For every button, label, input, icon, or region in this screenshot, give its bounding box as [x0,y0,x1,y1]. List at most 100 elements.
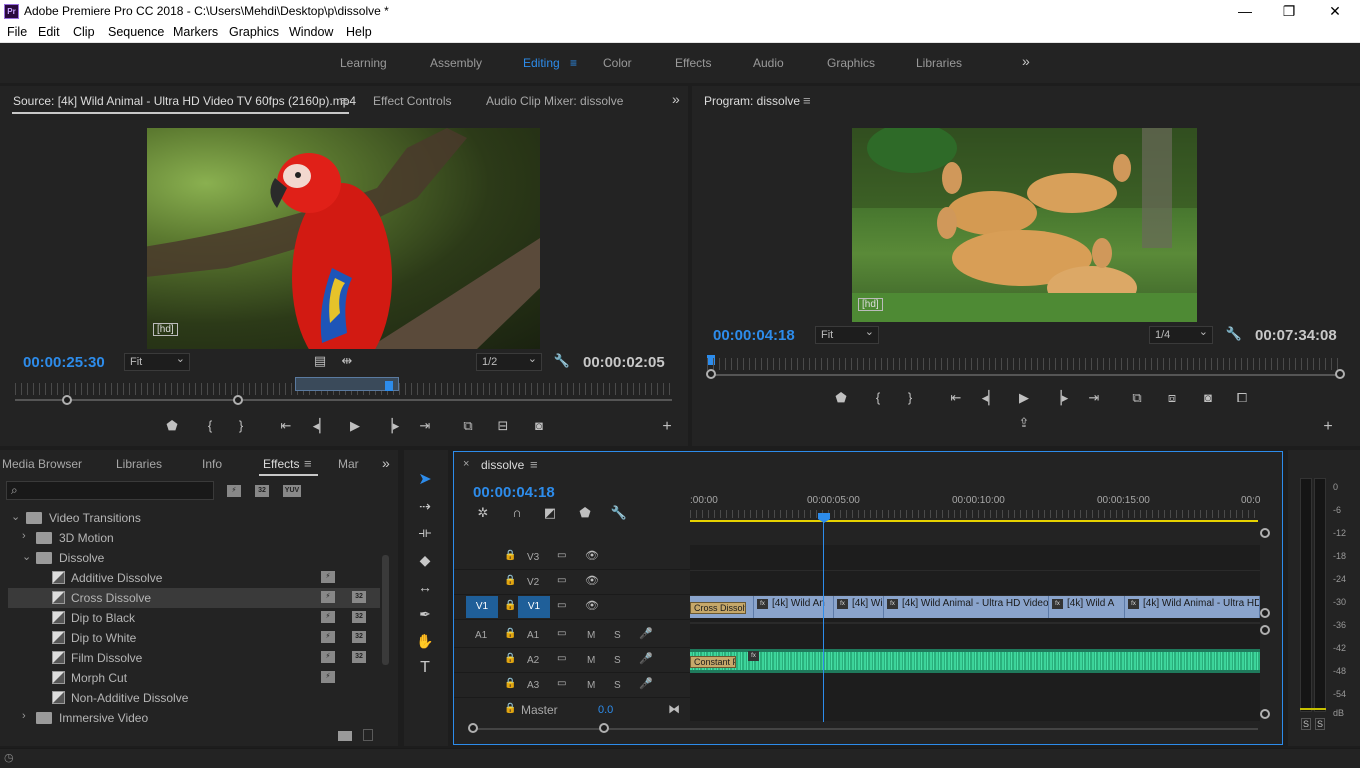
cross-dissolve-transition[interactable]: Cross Dissolv [690,602,746,614]
chevron-down-icon[interactable]: ⌄ [22,550,31,563]
mute-button[interactable]: M [587,680,595,691]
source-playhead[interactable] [385,381,393,391]
mark-out-icon[interactable]: } [231,417,251,435]
track-name[interactable]: V2 [527,577,539,588]
timeline-timecode[interactable]: 00:00:04:18 [473,484,555,501]
video-clip[interactable]: fx [4k] Wild Animal - Ultra HD Video [884,596,1049,618]
source-scroll-handle-left[interactable] [62,395,72,405]
delete-trash-icon[interactable] [363,729,373,741]
close-button[interactable]: ✕ [1312,0,1358,23]
constant-power-transition[interactable]: Constant Pow [690,656,736,668]
source-add-button-icon[interactable]: + [657,418,677,436]
new-bin-folder-icon[interactable] [338,731,352,741]
program-mark-in-icon[interactable]: { [868,389,888,407]
track-name[interactable]: A1 [527,630,539,641]
vr-export-icon[interactable]: ⇪ [1014,414,1034,432]
video-clip[interactable]: fx [4k] Wild An [754,596,834,618]
video-clip[interactable]: fx [4k] Wil [834,596,884,618]
source-tab-menu-icon[interactable]: ≡ [340,93,348,108]
tab-info[interactable]: Info [202,457,222,471]
comparison-view-icon[interactable]: ⧠ [1232,389,1252,407]
microphone-icon[interactable]: 🎤 [639,627,653,640]
tab-source[interactable]: Source: [4k] Wild Animal - Ultra HD Vide… [13,94,356,108]
drag-video-icon[interactable]: ⇹ [337,352,357,370]
eye-icon[interactable]: 👁 [585,574,599,587]
workspace-assembly[interactable]: Assembly [430,56,482,70]
go-to-in-icon[interactable]: ⇤ [276,417,296,435]
sequence-menu-icon[interactable]: ≡ [530,457,538,472]
tree-effect-additive-dissolve[interactable]: Additive Dissolve ⚡ [8,568,380,588]
menu-edit[interactable]: Edit [38,25,60,39]
yuv-filter-icon[interactable]: YUV [283,485,301,497]
timeline-hscroll-left-handle[interactable] [468,723,478,733]
solo-button[interactable]: S [614,680,621,691]
workspace-audio[interactable]: Audio [753,56,784,70]
add-marker-icon[interactable]: ⬟ [162,417,182,435]
program-video-frame[interactable]: [hd] [852,128,1197,322]
solo-button[interactable]: S [614,655,621,666]
microphone-icon[interactable]: 🎤 [639,652,653,665]
track-name[interactable]: A2 [527,655,539,666]
source-resolution-select[interactable]: 1/2 [476,351,542,371]
export-frame-camera-icon[interactable]: ◙ [529,417,549,435]
source-in-out-range[interactable] [295,377,399,391]
razor-tool-icon[interactable]: ◆ [414,549,436,571]
menu-file[interactable]: File [7,25,27,39]
snap-magnet-icon[interactable]: ∩ [507,504,527,522]
workspace-color[interactable]: Color [603,56,632,70]
program-scroll-handle-left[interactable] [706,369,716,379]
lock-icon[interactable]: 🔒 [504,653,516,664]
lock-icon[interactable]: 🔒 [504,550,516,561]
track-name[interactable]: A3 [527,680,539,691]
tab-libraries[interactable]: Libraries [116,457,162,471]
tab-media-browser[interactable]: Media Browser [2,457,82,471]
program-add-marker-icon[interactable]: ⬟ [831,389,851,407]
menu-help[interactable]: Help [346,25,372,39]
sync-lock-icon[interactable]: ▭ [557,678,566,689]
source-patch-a1[interactable]: A1 [475,630,487,641]
program-add-button-icon[interactable]: + [1318,418,1338,436]
selection-tool-icon[interactable]: ➤ [414,469,436,491]
tree-effect-cross-dissolve[interactable]: Cross Dissolve ⚡ 32 [8,588,380,608]
program-export-frame-camera-icon[interactable]: ◙ [1198,389,1218,407]
workspace-editing[interactable]: Editing [523,56,560,70]
type-tool-icon[interactable]: T [414,657,436,679]
mark-in-icon[interactable]: { [200,417,220,435]
program-mark-out-icon[interactable]: } [900,389,920,407]
effects-menu-icon[interactable]: ≡ [304,456,312,471]
timeline-add-marker-icon[interactable]: ⬟ [575,504,595,522]
program-menu-icon[interactable]: ≡ [803,93,811,108]
track-name[interactable]: V3 [527,552,539,563]
lock-icon[interactable]: 🔒 [504,600,516,611]
go-to-out-icon[interactable]: ⇥ [415,417,435,435]
program-scroll-handle-right[interactable] [1335,369,1345,379]
sequence-tab[interactable]: dissolve [481,458,524,472]
program-zoom-scrollbar[interactable] [710,374,1340,376]
tree-folder-video-transitions[interactable]: ⌄ Video Transitions [8,508,380,528]
sync-lock-icon[interactable]: ▭ [557,575,566,586]
source-video-frame[interactable]: [hd] [147,128,540,349]
linked-selection-icon[interactable]: ◩ [540,504,560,522]
audio-clip-a2[interactable]: fx [690,649,1260,673]
ripple-edit-tool-icon[interactable]: ⟛ [414,521,436,543]
effects-scrollbar[interactable] [382,555,389,665]
play-icon[interactable]: ▶ [345,417,365,435]
track-select-tool-icon[interactable]: ⇢ [414,495,436,517]
program-resolution-select[interactable]: 1/4 [1149,324,1213,344]
effects-search-input[interactable]: ⌕ [6,481,214,500]
tab-effects[interactable]: Effects [263,457,299,471]
minimize-button[interactable]: — [1222,0,1268,23]
close-sequence-icon[interactable]: × [463,458,469,470]
tree-effect-morph-cut[interactable]: Morph Cut ⚡ [8,668,380,688]
mute-button[interactable]: M [587,630,595,641]
menu-clip[interactable]: Clip [73,25,95,39]
source-playhead-timecode[interactable]: 00:00:25:30 [23,354,105,371]
go-to-next-edit-icon[interactable]: ⧓ [668,702,680,716]
program-settings-wrench-icon[interactable]: 🔧 [1224,325,1244,343]
solo-button[interactable]: S [614,630,621,641]
source-zoom-select[interactable]: Fit [124,351,190,371]
master-volume-value[interactable]: 0.0 [598,704,613,716]
workspace-effects[interactable]: Effects [675,56,711,70]
timeline-vscroll-video-handle[interactable] [1260,608,1270,618]
menu-graphics[interactable]: Graphics [229,25,279,39]
